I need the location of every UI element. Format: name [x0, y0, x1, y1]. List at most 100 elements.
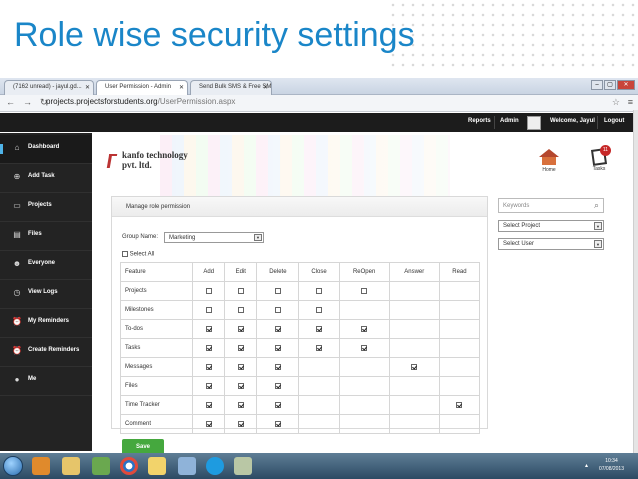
folder-icon[interactable] — [62, 457, 80, 475]
sidebar-item-projects[interactable]: ▭ Projects — [0, 193, 92, 222]
permission-cell — [298, 376, 340, 396]
permission-checkbox[interactable] — [205, 287, 212, 294]
notes-icon[interactable] — [178, 457, 196, 475]
permission-checkbox[interactable] — [361, 287, 368, 294]
permission-checkbox[interactable] — [237, 306, 244, 313]
permission-checkbox[interactable] — [456, 401, 463, 408]
forward-icon[interactable]: → — [23, 97, 32, 108]
browser-tab-sms[interactable]: Send Bulk SMS & Free SM ✕ — [190, 80, 272, 95]
logo-line-2: pvt. ltd. — [122, 160, 152, 170]
permission-checkbox[interactable] — [274, 382, 281, 389]
permission-checkbox[interactable] — [205, 420, 212, 427]
avatar[interactable] — [527, 116, 541, 130]
permission-checkbox[interactable] — [274, 363, 281, 370]
tray-arrow-icon[interactable]: ▴ — [585, 462, 588, 469]
permission-checkbox[interactable] — [205, 306, 212, 313]
maximize-icon[interactable]: ▢ — [604, 80, 616, 90]
permission-checkbox[interactable] — [237, 287, 244, 294]
search-icon[interactable]: ⌕ — [594, 200, 599, 211]
permission-checkbox[interactable] — [274, 325, 281, 332]
tasks-label: Tasks — [592, 166, 606, 172]
sidebar-item-my-reminders[interactable]: ⏰ My Reminders — [0, 309, 92, 338]
clock-date: 07/08/2013 — [598, 466, 624, 472]
keywords-input[interactable]: Keywords ⌕ — [498, 198, 604, 213]
permission-checkbox[interactable] — [205, 325, 212, 332]
permission-checkbox[interactable] — [237, 325, 244, 332]
group-name-select[interactable]: Marketing ▼ — [164, 232, 264, 243]
permission-checkbox[interactable] — [237, 401, 244, 408]
permission-cell — [224, 395, 258, 415]
permission-checkbox[interactable] — [205, 344, 212, 351]
permission-checkbox[interactable] — [205, 382, 212, 389]
permission-checkbox[interactable] — [205, 363, 212, 370]
browser-tab-gmail[interactable]: (7162 unread) - jayul.gd... ✕ — [4, 80, 94, 95]
home-shortcut[interactable]: Home — [537, 149, 561, 173]
url-field[interactable]: projects.projectsforstudents.org/UserPer… — [46, 97, 235, 106]
sidebar-item-label: Projects — [28, 202, 52, 208]
messenger-icon[interactable] — [148, 457, 166, 475]
table-row: Comment — [119, 414, 481, 434]
nav-reports-link[interactable]: Reports — [468, 118, 491, 124]
permission-checkbox[interactable] — [316, 344, 322, 351]
permission-checkbox[interactable] — [316, 306, 322, 313]
system-clock[interactable]: 10:34 07/08/2013 — [599, 457, 624, 473]
sidebar-item-label: Me — [28, 376, 37, 382]
permission-checkbox[interactable] — [361, 344, 368, 351]
permission-checkbox[interactable] — [411, 363, 418, 370]
permission-checkbox[interactable] — [237, 363, 244, 370]
sidebar-item-me[interactable]: ● Me — [0, 367, 92, 396]
sidebar-item-dashboard[interactable]: ⌂ Dashboard — [0, 135, 92, 164]
media-player-icon[interactable] — [32, 457, 50, 475]
table-row: To-dos — [119, 319, 481, 339]
paint-icon[interactable] — [92, 457, 110, 475]
tool-icon[interactable] — [234, 457, 252, 475]
permission-checkbox[interactable] — [274, 401, 281, 408]
logo-text: kanfo technology pvt. ltd. — [122, 150, 188, 170]
tab-close-icon[interactable]: ✕ — [263, 84, 268, 91]
sidebar-item-files[interactable]: ▤ Files — [0, 222, 92, 251]
permission-cell — [338, 281, 390, 301]
tab-label: User Permission - Admin — [105, 84, 172, 90]
feature-name: Projects — [119, 281, 194, 301]
add-task-icon: ⊕ — [13, 172, 21, 181]
bookmark-star-icon[interactable]: ☆ — [612, 97, 620, 108]
permission-checkbox[interactable] — [316, 287, 322, 294]
permission-cell — [338, 414, 390, 434]
permission-checkbox[interactable] — [237, 382, 244, 389]
tab-close-icon[interactable]: ✕ — [179, 84, 184, 91]
permission-checkbox[interactable] — [237, 420, 244, 427]
permission-checkbox[interactable] — [274, 420, 281, 427]
browser-tab-user-permission[interactable]: User Permission - Admin ✕ — [96, 80, 188, 95]
minimize-icon[interactable]: – — [591, 80, 603, 90]
nav-admin-link[interactable]: Admin — [500, 118, 519, 124]
select-user-dropdown[interactable]: Select User ▼ — [498, 238, 604, 250]
permission-checkbox[interactable] — [237, 344, 244, 351]
sidebar-item-create-reminders[interactable]: ⏰ Create Reminders — [0, 338, 92, 367]
sidebar-item-everyone[interactable]: ☻ Everyone — [0, 251, 92, 280]
select-all-checkbox[interactable] — [122, 251, 128, 257]
page-scrollbar[interactable] — [633, 110, 638, 453]
back-icon[interactable]: ← — [6, 97, 15, 108]
permission-checkbox[interactable] — [361, 325, 368, 332]
close-window-icon[interactable]: ✕ — [617, 80, 635, 90]
tab-close-icon[interactable]: ✕ — [85, 84, 90, 91]
permission-cell — [298, 319, 340, 339]
browser-menu-icon[interactable]: ≡ — [628, 97, 633, 107]
permission-checkbox[interactable] — [274, 344, 281, 351]
start-button[interactable] — [3, 456, 23, 476]
tasks-shortcut[interactable]: 11 Tasks — [587, 145, 611, 172]
permission-checkbox[interactable] — [316, 325, 322, 332]
sidebar-item-add-task[interactable]: ⊕ Add Task — [0, 164, 92, 193]
permission-checkbox[interactable] — [274, 287, 281, 294]
chrome-icon[interactable] — [120, 457, 138, 475]
permission-checkbox[interactable] — [205, 401, 212, 408]
permission-cell — [388, 319, 440, 339]
skype-icon[interactable] — [206, 457, 224, 475]
sidebar-item-view-logs[interactable]: ◷ View Logs — [0, 280, 92, 309]
permission-checkbox[interactable] — [274, 306, 281, 313]
select-project-dropdown[interactable]: Select Project ▼ — [498, 220, 604, 232]
chevron-down-icon: ▼ — [594, 222, 602, 230]
permission-cell — [338, 376, 390, 396]
logout-link[interactable]: Logout — [604, 118, 624, 124]
nav-divider — [494, 116, 495, 129]
